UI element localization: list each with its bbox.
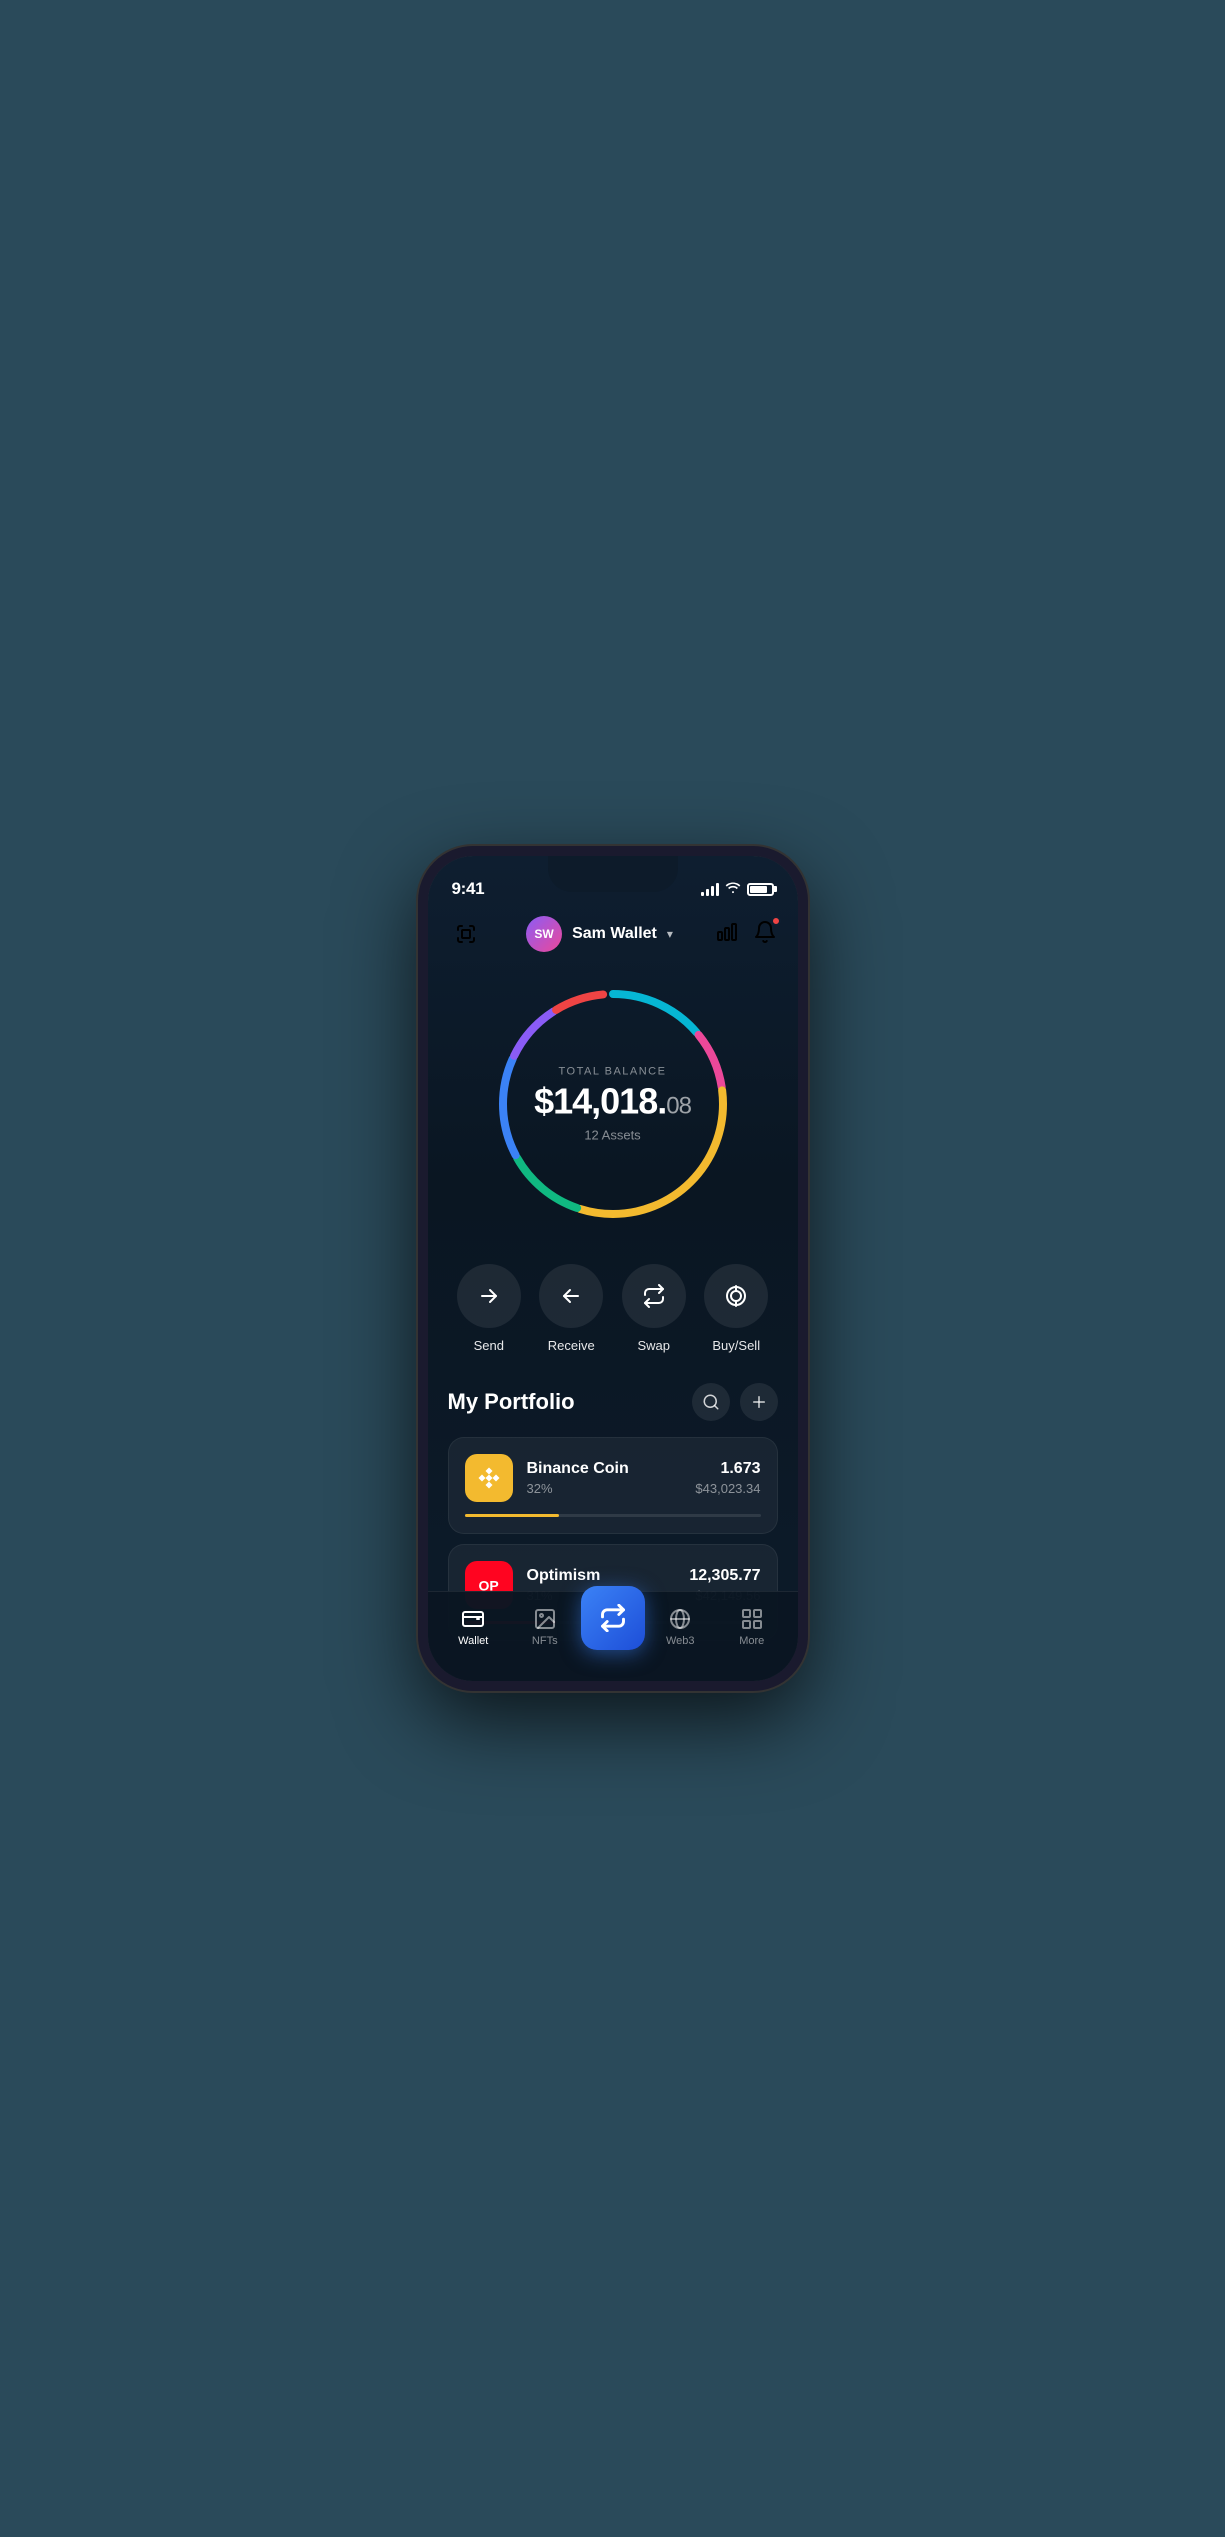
search-button[interactable] (692, 1383, 730, 1421)
send-label: Send (474, 1338, 504, 1353)
add-icon (750, 1393, 768, 1411)
wallet-nav-icon (461, 1607, 485, 1631)
send-action[interactable]: Send (457, 1264, 521, 1353)
bnb-progress-bar (465, 1514, 761, 1517)
wallet-selector[interactable]: SW Sam Wallet ▾ (526, 916, 673, 952)
bnb-percent: 32% (527, 1481, 682, 1496)
phone-frame: 9:41 (418, 846, 808, 1691)
send-icon (477, 1284, 501, 1308)
portfolio-actions (692, 1383, 778, 1421)
nav-nfts[interactable]: NFTs (509, 1607, 581, 1647)
status-icons (701, 881, 774, 897)
nav-wallet[interactable]: Wallet (438, 1607, 510, 1647)
chart-button[interactable] (715, 920, 739, 949)
add-button[interactable] (740, 1383, 778, 1421)
buysell-action[interactable]: Buy/Sell (704, 1264, 768, 1353)
donut-chart: TOTAL BALANCE $14,018.08 12 Assets (483, 974, 743, 1234)
battery-icon (747, 883, 774, 896)
web3-nav-icon (668, 1607, 692, 1631)
web3-nav-label: Web3 (666, 1635, 695, 1647)
actions-section: Send Receive (428, 1254, 798, 1383)
scan-button[interactable] (448, 916, 484, 952)
header-actions (715, 920, 777, 949)
screen: 9:41 (428, 856, 798, 1681)
balance-amount: $14,018.08 (534, 1084, 691, 1120)
nav-center-action[interactable] (581, 1586, 645, 1650)
swap-action[interactable]: Swap (622, 1264, 686, 1353)
balance-label: TOTAL BALANCE (534, 1066, 691, 1078)
notch (548, 856, 678, 892)
more-nav-icon (740, 1607, 764, 1631)
bnb-name: Binance Coin (527, 1460, 682, 1478)
status-time: 9:41 (452, 879, 485, 899)
receive-button[interactable] (539, 1264, 603, 1328)
asset-card-bnb[interactable]: Binance Coin 32% 1.673 $43,023.34 (448, 1437, 778, 1534)
avatar: SW (526, 916, 562, 952)
buysell-icon (724, 1284, 748, 1308)
bnb-info: Binance Coin 32% (527, 1460, 682, 1496)
swap-nav-icon (599, 1604, 627, 1632)
search-icon (702, 1393, 720, 1411)
nfts-nav-icon (533, 1607, 557, 1631)
chevron-down-icon: ▾ (667, 927, 673, 941)
wallet-name: Sam Wallet (572, 925, 657, 943)
more-nav-label: More (739, 1635, 764, 1647)
nav-more[interactable]: More (716, 1607, 788, 1647)
bottom-nav: Wallet NFTs (428, 1591, 798, 1681)
send-button[interactable] (457, 1264, 521, 1328)
wifi-icon (725, 881, 741, 897)
swap-button[interactable] (622, 1264, 686, 1328)
scan-icon (454, 922, 478, 946)
bnb-amount: 1.673 (695, 1460, 760, 1478)
portfolio-header: My Portfolio (448, 1383, 778, 1421)
bnb-values: 1.673 $43,023.34 (695, 1460, 760, 1496)
assets-count: 12 Assets (534, 1128, 691, 1143)
notification-badge (771, 916, 781, 926)
notifications-button[interactable] (753, 920, 777, 949)
op-amount: 12,305.77 (689, 1567, 760, 1585)
swap-icon (642, 1284, 666, 1308)
receive-action[interactable]: Receive (539, 1264, 603, 1353)
portfolio-title: My Portfolio (448, 1389, 575, 1415)
buysell-label: Buy/Sell (712, 1338, 760, 1353)
balance-cents: 08 (666, 1093, 691, 1120)
chart-icon (715, 920, 739, 944)
chart-section: TOTAL BALANCE $14,018.08 12 Assets (428, 964, 798, 1254)
nav-web3[interactable]: Web3 (645, 1607, 717, 1647)
bnb-icon (465, 1454, 513, 1502)
header: SW Sam Wallet ▾ (428, 908, 798, 964)
nfts-nav-label: NFTs (532, 1635, 558, 1647)
swap-label: Swap (637, 1338, 670, 1353)
buysell-button[interactable] (704, 1264, 768, 1328)
wallet-nav-label: Wallet (458, 1635, 488, 1647)
receive-icon (559, 1284, 583, 1308)
receive-label: Receive (548, 1338, 595, 1353)
signal-bars-icon (701, 882, 719, 896)
op-name: Optimism (527, 1567, 676, 1585)
bnb-progress-fill (465, 1514, 560, 1517)
balance-display: TOTAL BALANCE $14,018.08 12 Assets (534, 1066, 691, 1143)
bnb-usd: $43,023.34 (695, 1481, 760, 1496)
